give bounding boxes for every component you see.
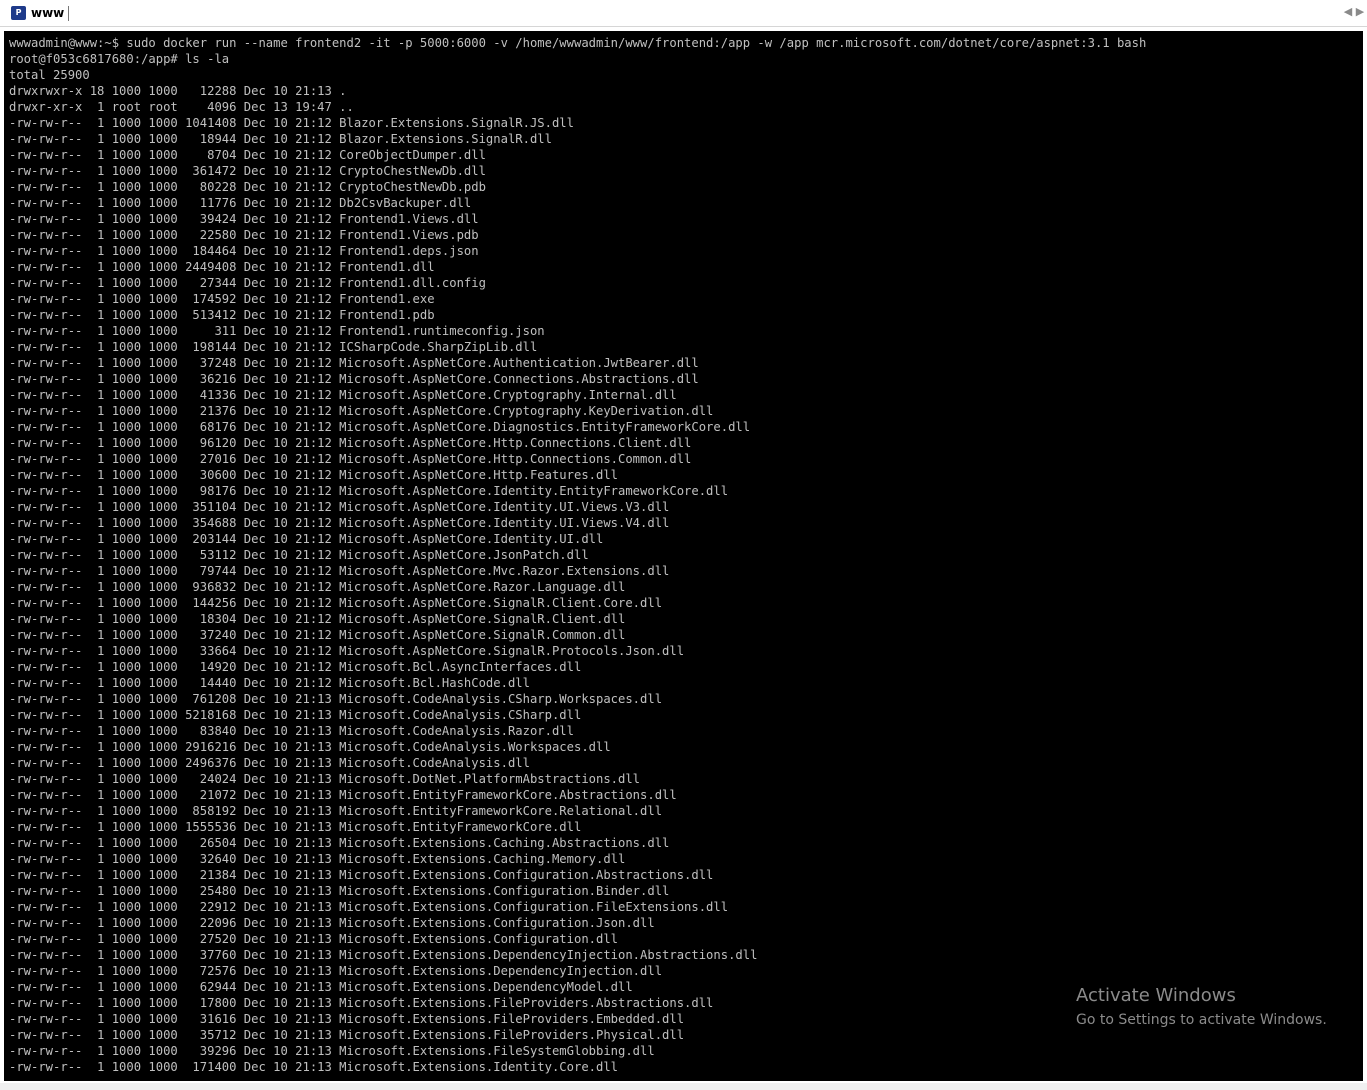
terminal-line: -rw-rw-r-- 1 1000 1000 26504 Dec 10 21:1… (9, 836, 670, 850)
terminal-line: -rw-rw-r-- 1 1000 1000 354688 Dec 10 21:… (9, 516, 670, 530)
terminal-line: -rw-rw-r-- 1 1000 1000 351104 Dec 10 21:… (9, 500, 670, 514)
terminal-line: drwxrwxr-x 18 1000 1000 12288 Dec 10 21:… (9, 84, 347, 98)
terminal-line: -rw-rw-r-- 1 1000 1000 858192 Dec 10 21:… (9, 804, 663, 818)
terminal-line: -rw-rw-r-- 1 1000 1000 27016 Dec 10 21:1… (9, 452, 692, 466)
terminal-line: -rw-rw-r-- 1 1000 1000 311 Dec 10 21:12 … (9, 324, 545, 338)
terminal-line: -rw-rw-r-- 1 1000 1000 39296 Dec 10 21:1… (9, 1044, 655, 1058)
terminal-line: -rw-rw-r-- 1 1000 1000 22096 Dec 10 21:1… (9, 916, 655, 930)
terminal-line: -rw-rw-r-- 1 1000 1000 37240 Dec 10 21:1… (9, 628, 626, 642)
terminal-line: -rw-rw-r-- 1 1000 1000 22912 Dec 10 21:1… (9, 900, 729, 914)
terminal-line: -rw-rw-r-- 1 1000 1000 36216 Dec 10 21:1… (9, 372, 699, 386)
watermark-subtitle: Go to Settings to activate Windows. (1076, 1012, 1327, 1028)
terminal-line: -rw-rw-r-- 1 1000 1000 21384 Dec 10 21:1… (9, 868, 714, 882)
terminal-line: -rw-rw-r-- 1 1000 1000 37248 Dec 10 21:1… (9, 356, 699, 370)
terminal-line: -rw-rw-r-- 1 1000 1000 35712 Dec 10 21:1… (9, 1028, 685, 1042)
terminal-line: -rw-rw-r-- 1 1000 1000 17800 Dec 10 21:1… (9, 996, 714, 1010)
terminal-line: total 25900 (9, 68, 90, 82)
terminal-area[interactable]: wwwadmin@www:~$ sudo docker run --name f… (4, 31, 1363, 1081)
terminal-line: -rw-rw-r-- 1 1000 1000 41336 Dec 10 21:1… (9, 388, 677, 402)
terminal-line: -rw-rw-r-- 1 1000 1000 33664 Dec 10 21:1… (9, 644, 685, 658)
terminal-line: -rw-rw-r-- 1 1000 1000 18304 Dec 10 21:1… (9, 612, 626, 626)
terminal-line: -rw-rw-r-- 1 1000 1000 96120 Dec 10 21:1… (9, 436, 692, 450)
terminal-line: -rw-rw-r-- 1 1000 1000 30600 Dec 10 21:1… (9, 468, 619, 482)
terminal-line: -rw-rw-r-- 1 1000 1000 203144 Dec 10 21:… (9, 532, 604, 546)
terminal-line: -rw-rw-r-- 1 1000 1000 37760 Dec 10 21:1… (9, 948, 758, 962)
terminal-line: -rw-rw-r-- 1 1000 1000 361472 Dec 10 21:… (9, 164, 486, 178)
terminal-line: -rw-rw-r-- 1 1000 1000 174592 Dec 10 21:… (9, 292, 435, 306)
terminal-line: -rw-rw-r-- 1 1000 1000 8704 Dec 10 21:12… (9, 148, 486, 162)
terminal-line: root@f053c6817680:/app# ls -la (9, 52, 230, 66)
terminal-line: -rw-rw-r-- 1 1000 1000 80228 Dec 10 21:1… (9, 180, 486, 194)
terminal-line: -rw-rw-r-- 1 1000 1000 39424 Dec 10 21:1… (9, 212, 479, 226)
terminal-line: -rw-rw-r-- 1 1000 1000 513412 Dec 10 21:… (9, 308, 435, 322)
terminal-line: -rw-rw-r-- 1 1000 1000 79744 Dec 10 21:1… (9, 564, 670, 578)
terminal-line: -rw-rw-r-- 1 1000 1000 198144 Dec 10 21:… (9, 340, 538, 354)
terminal-line: -rw-rw-r-- 1 1000 1000 2449408 Dec 10 21… (9, 260, 435, 274)
terminal-line: -rw-rw-r-- 1 1000 1000 68176 Dec 10 21:1… (9, 420, 751, 434)
terminal-line: -rw-rw-r-- 1 1000 1000 24024 Dec 10 21:1… (9, 772, 641, 786)
terminal-line: -rw-rw-r-- 1 1000 1000 5218168 Dec 10 21… (9, 708, 582, 722)
terminal-line: -rw-rw-r-- 1 1000 1000 62944 Dec 10 21:1… (9, 980, 633, 994)
terminal-line: -rw-rw-r-- 1 1000 1000 25480 Dec 10 21:1… (9, 884, 670, 898)
scroll-right-icon[interactable]: ▶ (1354, 4, 1366, 20)
terminal-line: -rw-rw-r-- 1 1000 1000 27520 Dec 10 21:1… (9, 932, 619, 946)
terminal-line: -rw-rw-r-- 1 1000 1000 14920 Dec 10 21:1… (9, 660, 582, 674)
terminal-line: -rw-rw-r-- 1 1000 1000 11776 Dec 10 21:1… (9, 196, 472, 210)
terminal-line: -rw-rw-r-- 1 1000 1000 2916216 Dec 10 21… (9, 740, 611, 754)
watermark-title: Activate Windows (1076, 985, 1236, 1006)
terminal-line: -rw-rw-r-- 1 1000 1000 27344 Dec 10 21:1… (9, 276, 486, 290)
terminal-line: -rw-rw-r-- 1 1000 1000 761208 Dec 10 21:… (9, 692, 663, 706)
terminal-line: -rw-rw-r-- 1 1000 1000 53112 Dec 10 21:1… (9, 548, 589, 562)
terminal-line: -rw-rw-r-- 1 1000 1000 1041408 Dec 10 21… (9, 116, 574, 130)
terminal-line: -rw-rw-r-- 1 1000 1000 14440 Dec 10 21:1… (9, 676, 530, 690)
putty-icon: P (11, 6, 26, 20)
terminal-line: -rw-rw-r-- 1 1000 1000 1555536 Dec 10 21… (9, 820, 582, 834)
terminal-line: -rw-rw-r-- 1 1000 1000 18944 Dec 10 21:1… (9, 132, 552, 146)
terminal-line: -rw-rw-r-- 1 1000 1000 144256 Dec 10 21:… (9, 596, 663, 610)
terminal-line: -rw-rw-r-- 1 1000 1000 936832 Dec 10 21:… (9, 580, 626, 594)
terminal-line: -rw-rw-r-- 1 1000 1000 72576 Dec 10 21:1… (9, 964, 663, 978)
terminal-line: -rw-rw-r-- 1 1000 1000 22580 Dec 10 21:1… (9, 228, 479, 242)
terminal-line: -rw-rw-r-- 1 1000 1000 32640 Dec 10 21:1… (9, 852, 626, 866)
terminal-line: -rw-rw-r-- 1 1000 1000 83840 Dec 10 21:1… (9, 724, 574, 738)
window-title: www (31, 6, 70, 21)
terminal-line: -rw-rw-r-- 1 1000 1000 21376 Dec 10 21:1… (9, 404, 714, 418)
terminal-line: -rw-rw-r-- 1 1000 1000 21072 Dec 10 21:1… (9, 788, 677, 802)
window-titlebar: P www ◀ ▶ (0, 0, 1367, 27)
terminal-output: wwwadmin@www:~$ sudo docker run --name f… (9, 35, 1146, 1075)
terminal-line: -rw-rw-r-- 1 1000 1000 31616 Dec 10 21:1… (9, 1012, 685, 1026)
window-bottom-border (0, 1083, 1367, 1090)
terminal-line: wwwadmin@www:~$ sudo docker run --name f… (9, 36, 1147, 50)
terminal-line: -rw-rw-r-- 1 1000 1000 171400 Dec 10 21:… (9, 1060, 619, 1074)
activate-windows-watermark: Activate Windows Go to Settings to activ… (1076, 985, 1327, 1030)
scroll-left-icon[interactable]: ◀ (1342, 4, 1354, 20)
terminal-line: drwxr-xr-x 1 root root 4096 Dec 13 19:47… (9, 100, 354, 114)
terminal-line: -rw-rw-r-- 1 1000 1000 98176 Dec 10 21:1… (9, 484, 729, 498)
terminal-line: -rw-rw-r-- 1 1000 1000 184464 Dec 10 21:… (9, 244, 479, 258)
terminal-line: -rw-rw-r-- 1 1000 1000 2496376 Dec 10 21… (9, 756, 530, 770)
